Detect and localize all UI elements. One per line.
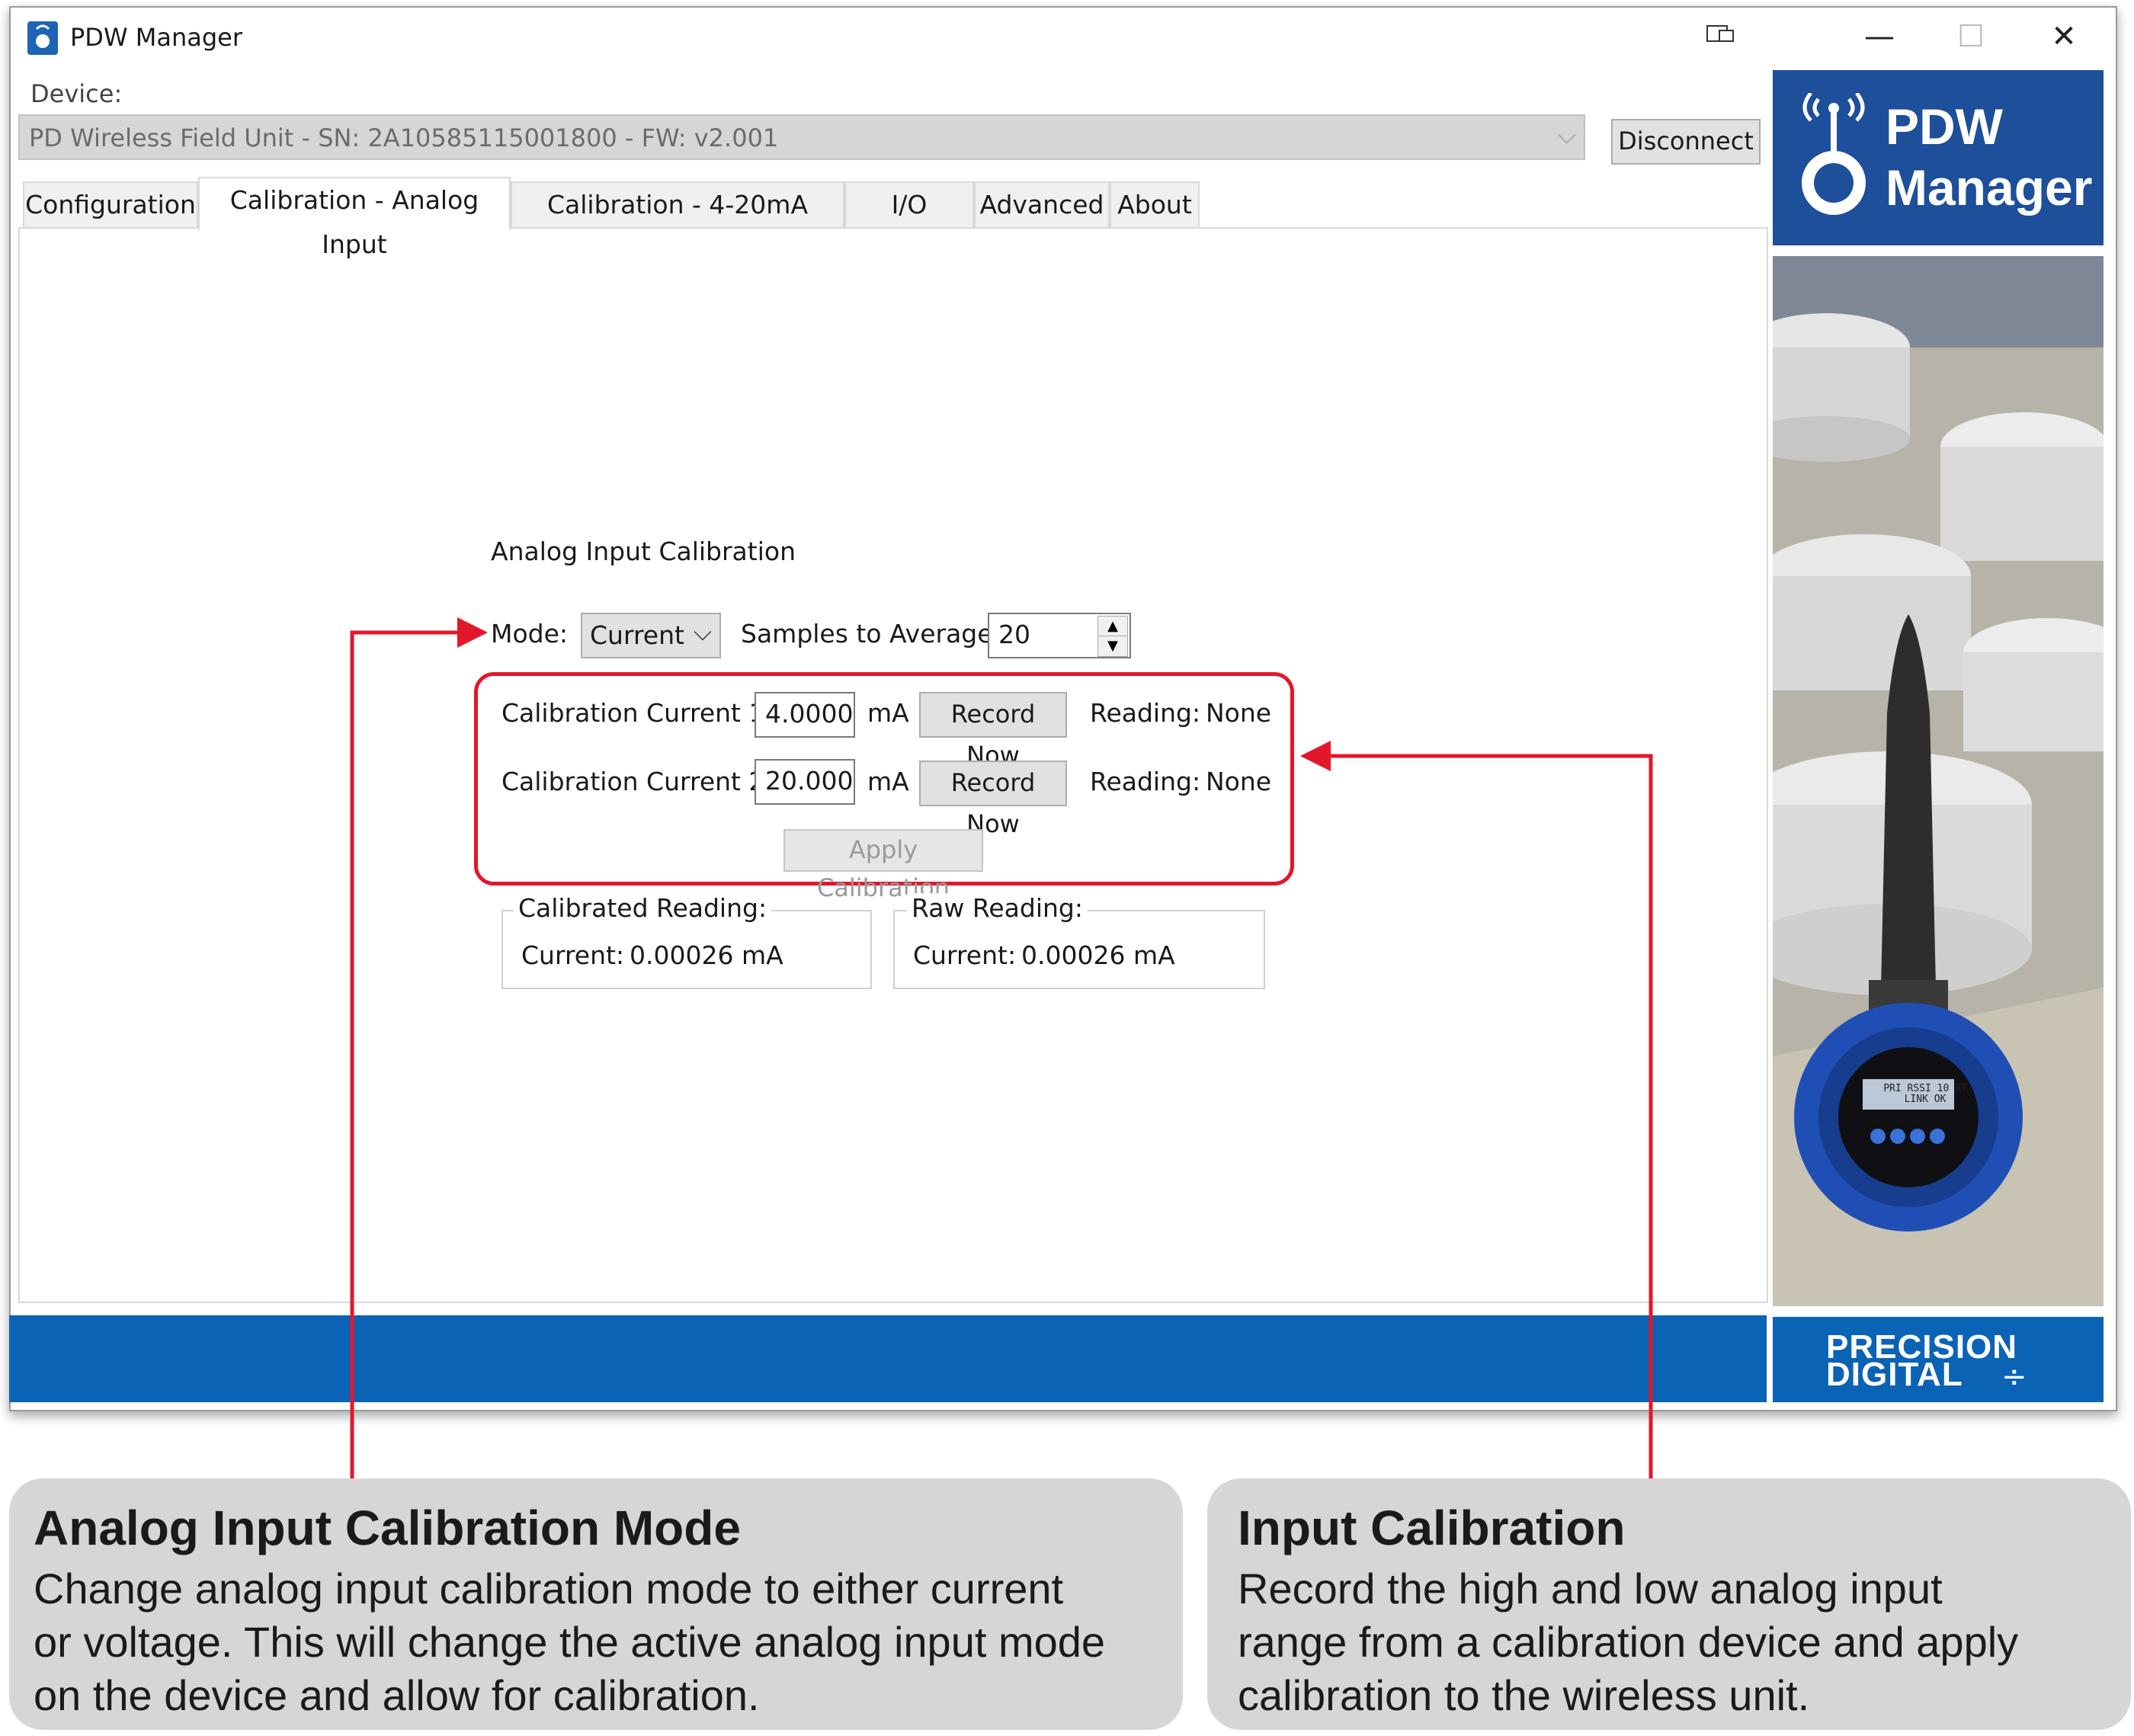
callout-mode-line: Change analog input calibration mode to …	[34, 1565, 1064, 1613]
callout-input-body: Record the high and low analog input ran…	[1238, 1562, 2018, 1722]
annotation-arrows	[350, 617, 1653, 1478]
callout-mode-title: Analog Input Calibration Mode	[34, 1501, 741, 1555]
callout-input-title: Input Calibration	[1238, 1501, 1626, 1555]
callout-input-line: calibration to the wireless unit.	[1238, 1671, 1810, 1719]
mode-arrow-line	[350, 630, 457, 1478]
callout-mode: Analog Input Calibration Mode Change ana…	[9, 1478, 1183, 1730]
callout-input: Input Calibration Record the high and lo…	[1207, 1478, 2131, 1730]
callout-input-line: Record the high and low analog input	[1238, 1565, 1943, 1613]
input-arrow-head	[1300, 741, 1331, 771]
callout-mode-line: on the device and allow for calibration.	[34, 1671, 760, 1719]
input-arrow-line	[1331, 754, 1653, 1478]
callout-mode-line: or voltage. This will change the active …	[34, 1618, 1106, 1666]
callout-input-line: range from a calibration device and appl…	[1238, 1618, 2019, 1666]
callout-mode-body: Change analog input calibration mode to …	[34, 1562, 1105, 1722]
tab-calibration-analog-input[interactable]: Calibration - Analog Input	[198, 177, 511, 259]
mode-arrow-head	[457, 617, 488, 648]
